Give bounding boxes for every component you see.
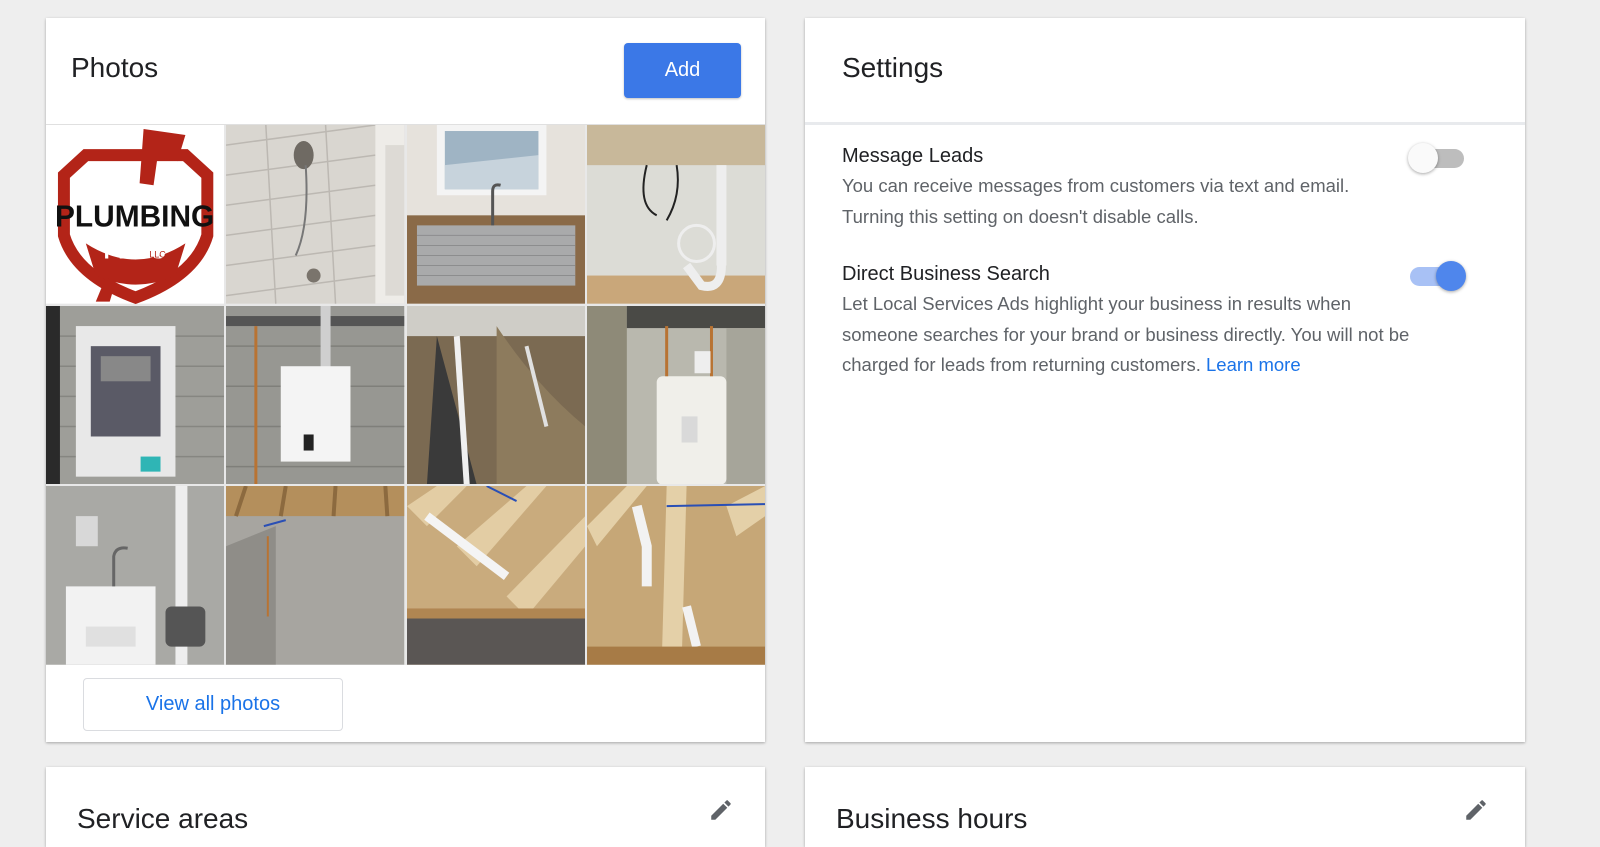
- pencil-icon[interactable]: [1463, 797, 1489, 823]
- photo-thumbnail[interactable]: [406, 305, 585, 485]
- toggle-thumb: [1436, 261, 1466, 291]
- toggle-thumb: [1408, 143, 1438, 173]
- photo-thumbnail[interactable]: PLUMBING PROS LLC: [46, 125, 225, 304]
- photo-thumbnail[interactable]: [406, 486, 585, 665]
- business-hours-title: Business hours: [836, 803, 1028, 834]
- logo-main-text: PLUMBING: [55, 200, 214, 233]
- boiler-unit-photo: [46, 305, 225, 485]
- photo-thumbnail[interactable]: [226, 486, 405, 665]
- shower-photo: [226, 125, 405, 304]
- photo-thumbnail[interactable]: [406, 125, 585, 304]
- view-all-photos-button[interactable]: View all photos: [83, 678, 343, 731]
- utility-sink-photo: [46, 486, 225, 665]
- photo-thumbnail[interactable]: [226, 125, 405, 304]
- add-photo-button[interactable]: Add: [624, 43, 741, 98]
- sink-drain-pipes-photo: [586, 125, 765, 304]
- photo-grid: PLUMBING PROS LLC: [46, 124, 765, 665]
- service-areas-title: Service areas: [77, 803, 249, 834]
- setting-title: Message Leads: [842, 145, 984, 167]
- setting-title: Direct Business Search: [842, 263, 1050, 285]
- water-heater-tank-photo: [586, 305, 765, 485]
- setting-message-leads: Message Leads You can receive messages f…: [842, 142, 1412, 232]
- photos-title: Photos: [71, 52, 159, 83]
- message-leads-toggle[interactable]: [1408, 142, 1466, 174]
- basement-wall-photo: [226, 486, 405, 665]
- tankless-water-heater-photo: [226, 305, 405, 485]
- ceiling-joist-pipes-photo: [406, 486, 585, 665]
- direct-business-search-toggle[interactable]: [1408, 260, 1466, 292]
- photo-thumbnail[interactable]: [46, 305, 225, 485]
- photo-thumbnail[interactable]: [586, 305, 765, 485]
- photo-thumbnail[interactable]: [226, 305, 405, 485]
- setting-description: You can receive messages from customers …: [842, 175, 1350, 227]
- ceiling-joist-drain-photo: [586, 486, 765, 665]
- logo-suffix-text: LLC: [149, 249, 166, 259]
- photo-thumbnail[interactable]: [586, 486, 765, 665]
- settings-title: Settings: [842, 52, 944, 83]
- service-areas-card: Service areas: [46, 767, 765, 847]
- photo-thumbnail[interactable]: [46, 486, 225, 665]
- setting-description: Let Local Services Ads highlight your bu…: [842, 289, 1412, 381]
- trench-pipe-photo: [406, 305, 585, 485]
- kitchen-sink-photo: [406, 125, 585, 304]
- settings-divider: [805, 122, 1525, 125]
- setting-description-text: Let Local Services Ads highlight your bu…: [842, 293, 1410, 375]
- plumbing-pros-logo: PLUMBING PROS LLC: [46, 125, 225, 304]
- learn-more-link[interactable]: Learn more: [1206, 354, 1301, 375]
- settings-card: Settings Message Leads You can receive m…: [805, 18, 1525, 742]
- photo-thumbnail[interactable]: [586, 125, 765, 304]
- photos-card: Photos Add PLUMBING PROS LLC View all ph…: [46, 18, 765, 742]
- setting-direct-business-search: Direct Business Search Let Local Service…: [842, 260, 1412, 381]
- business-hours-card: Business hours: [805, 767, 1525, 847]
- pencil-icon[interactable]: [708, 797, 734, 823]
